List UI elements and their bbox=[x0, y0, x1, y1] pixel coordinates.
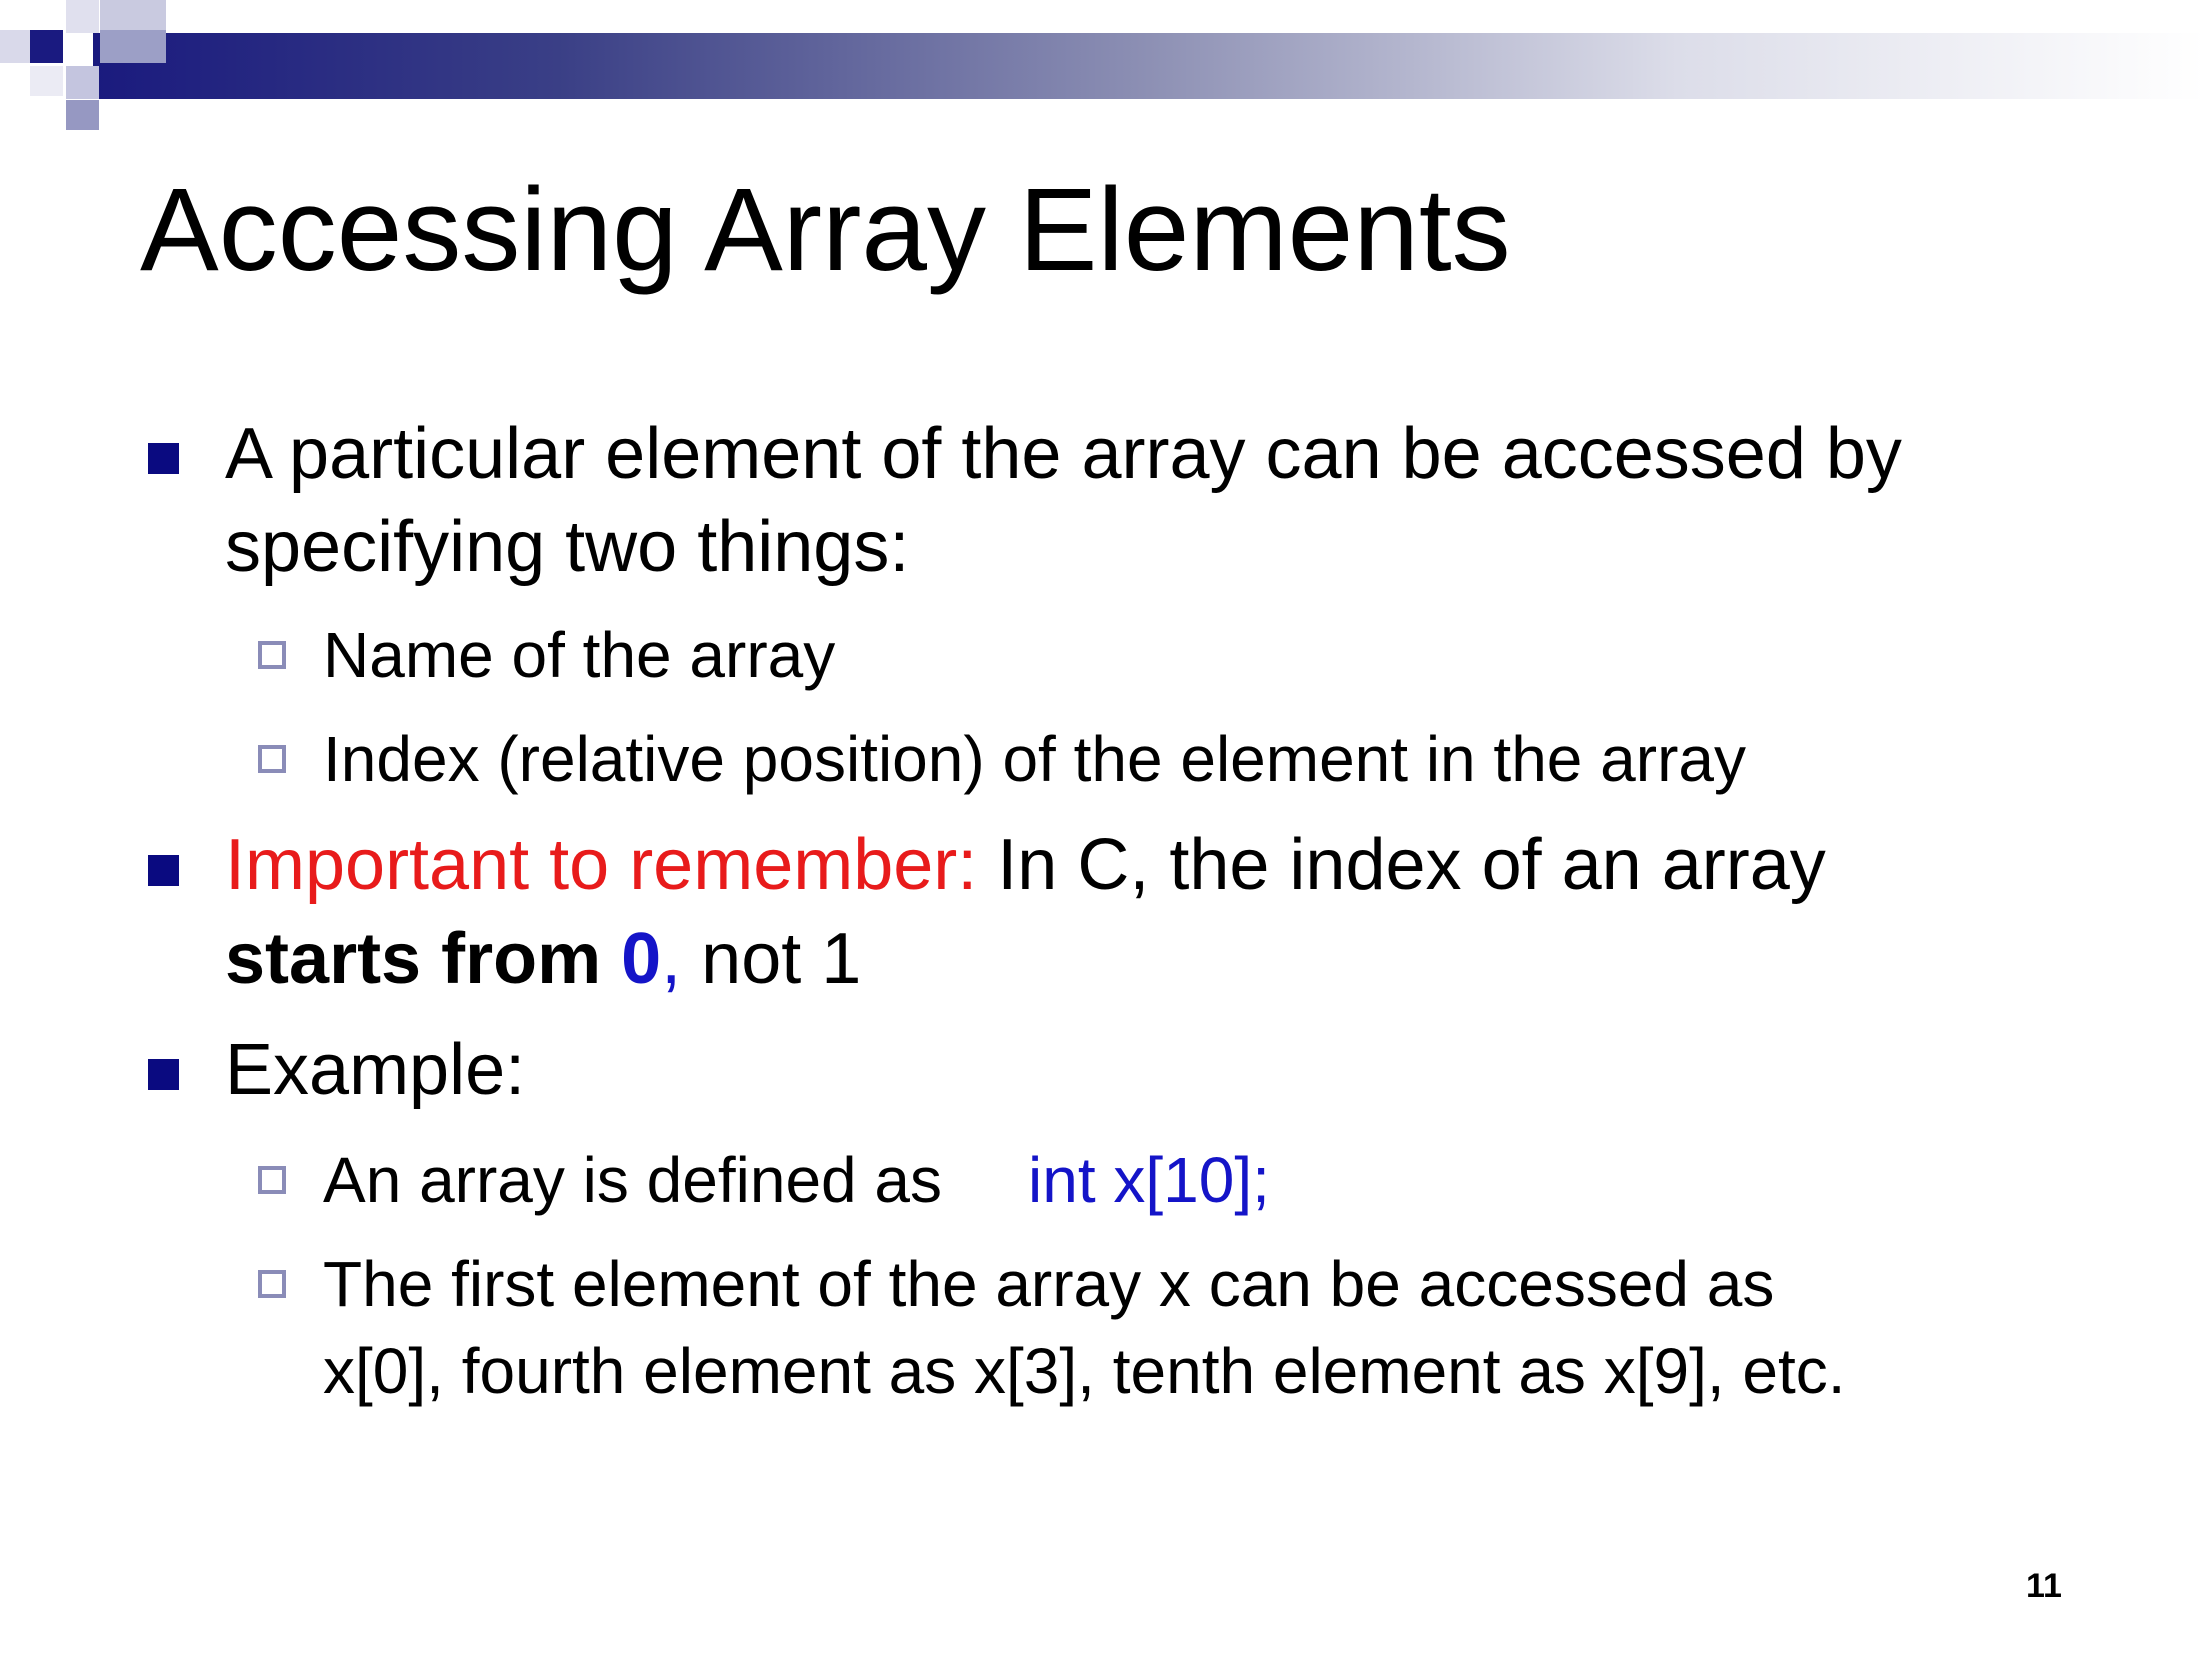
sub-bullet-text: Index (relative position) of the element… bbox=[323, 723, 1746, 795]
bullet-text-rest: In C, the index of an array bbox=[977, 825, 1826, 905]
decor-square bbox=[100, 30, 166, 63]
sub-bullet-hollow-square-icon bbox=[258, 1166, 286, 1194]
bullet-text: Example: bbox=[225, 1030, 526, 1110]
slide-title: Accessing Array Elements bbox=[140, 164, 1511, 296]
highlight-text: Important to remember: bbox=[225, 825, 978, 905]
bullet-text: starts from 0, not 1 bbox=[225, 912, 861, 1007]
sub-bullet-hollow-square-icon bbox=[258, 641, 286, 669]
sub-bullet-hollow-square-icon bbox=[258, 745, 286, 773]
bullet-square-icon bbox=[148, 855, 179, 886]
decor-square bbox=[30, 30, 63, 63]
sub-bullet-text: Name of the array bbox=[323, 619, 836, 691]
bullet-square-icon bbox=[148, 1059, 179, 1090]
decor-square bbox=[0, 30, 30, 63]
decor-square bbox=[66, 100, 99, 130]
zero-highlight: 0 bbox=[621, 919, 662, 999]
sub-bullet-hollow-square-icon bbox=[258, 1270, 286, 1298]
decor-square bbox=[100, 0, 166, 30]
decor-square bbox=[66, 0, 99, 33]
sub-bullet-text: x[0], fourth element as x[3], tenth elem… bbox=[323, 1335, 1846, 1407]
header-gradient-bar bbox=[93, 33, 2205, 99]
bullet-tail: not 1 bbox=[681, 919, 862, 999]
sub-bullet-text: The first element of the array x can be … bbox=[323, 1248, 1775, 1320]
bullet-text: A particular element of the array can be… bbox=[225, 414, 1902, 494]
page-number: 11 bbox=[2026, 1567, 2062, 1605]
bullet-text: Important to remember: In C, the index o… bbox=[225, 818, 1826, 913]
bullet-text: specifying two things: bbox=[225, 507, 910, 587]
decor-square bbox=[30, 66, 63, 96]
sub-bullet-plain: An array is defined as bbox=[323, 1144, 942, 1216]
comma: , bbox=[661, 919, 682, 999]
code-snippet: int x[10]; bbox=[1028, 1144, 1270, 1216]
bold-text: starts from bbox=[225, 919, 622, 999]
bullet-square-icon bbox=[148, 443, 179, 474]
sub-bullet-text: An array is defined as int x[10]; bbox=[323, 1135, 1270, 1225]
decor-square bbox=[66, 66, 99, 99]
slide: Accessing Array Elements A particular el… bbox=[0, 0, 2205, 1653]
